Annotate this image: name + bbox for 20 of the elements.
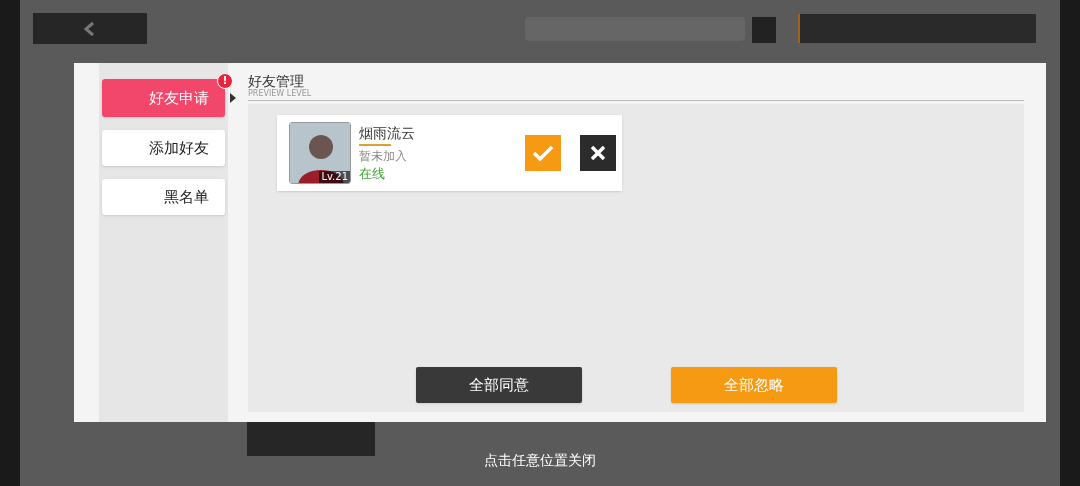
level-tag: Lv.21 — [319, 171, 350, 183]
tab[interactable]: 黑名单 — [102, 179, 225, 215]
name-underline — [359, 144, 391, 146]
alert-badge: ! — [217, 73, 233, 89]
online-status: 在线 — [359, 165, 386, 182]
close-icon — [590, 145, 606, 161]
action-button[interactable]: 全部同意 — [415, 367, 582, 403]
section-subtitle: PREVIEW LEVEL — [248, 89, 313, 98]
tab[interactable]: 添加好友 — [102, 130, 225, 166]
reject-button[interactable] — [580, 135, 616, 171]
back-button[interactable] — [33, 13, 147, 44]
pointer-icon — [230, 93, 236, 103]
accept-button[interactable] — [525, 135, 561, 171]
close-hint[interactable]: 点击任意位置关闭 — [0, 450, 1080, 471]
player-name: 烟雨流云 — [359, 124, 416, 142]
guild-status: 暂未加入 — [359, 148, 408, 165]
tab[interactable]: 好友申请 — [102, 79, 225, 117]
avatar — [290, 123, 350, 183]
check-icon — [532, 145, 554, 161]
section-title: 好友管理 — [248, 73, 304, 89]
